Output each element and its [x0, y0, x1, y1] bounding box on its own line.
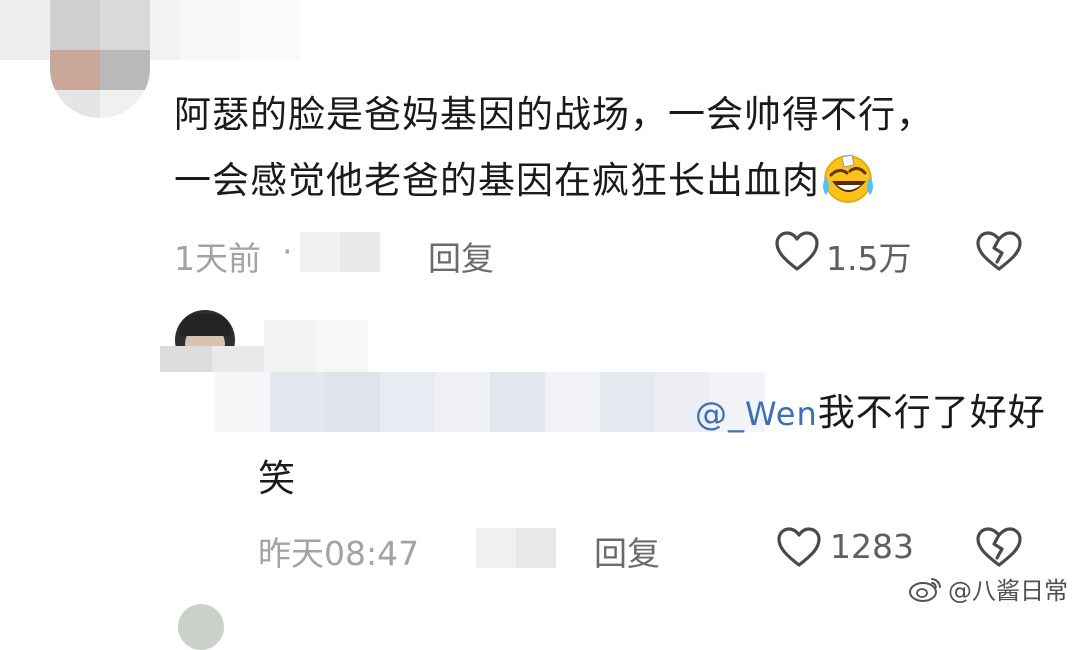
comment-1-dislike-button[interactable] — [974, 230, 1024, 276]
watermark-text: @八酱日常 — [948, 577, 1068, 605]
comment-1-reply-button[interactable]: 回复 — [428, 232, 494, 280]
comment-2-line-1-text: 我不行了好好 — [817, 391, 1046, 434]
comment-2-dislike-button[interactable] — [974, 526, 1024, 572]
broken-heart-icon — [976, 231, 1022, 271]
comment-2-line-1: @_Wen我不行了好好 — [695, 380, 1046, 447]
comment-1-like-button[interactable] — [774, 230, 820, 276]
comment-1-line-2: 一会感觉他老爸的基因在疯狂长出血肉 — [174, 148, 874, 214]
comment-2-time: 昨天08:47 — [258, 534, 420, 573]
censor-mosaic-mention — [215, 372, 765, 432]
weibo-logo-icon — [909, 577, 941, 602]
comment-2-like-count: 1283 — [830, 527, 914, 566]
comment-1-line-2-text: 一会感觉他老爸的基因在疯狂长出血肉 — [174, 159, 820, 202]
comment-2-like-button[interactable] — [776, 526, 822, 572]
comment-1-line-1: 阿瑟的脸是爸妈基因的战场，一会帅得不行， — [174, 93, 934, 136]
comment-2-reply-button[interactable]: 回复 — [594, 527, 660, 575]
broken-heart-icon — [976, 527, 1022, 567]
comment-1-like-count: 1.5万 — [826, 239, 912, 278]
comment-1-time: 1天前 — [174, 239, 261, 278]
watermark: @八酱日常 — [908, 571, 1068, 606]
censor-mosaic-location-2 — [476, 528, 556, 568]
heart-icon — [777, 527, 821, 567]
avatar-1[interactable] — [50, 0, 150, 118]
laughing-crying-face-icon — [822, 153, 874, 205]
censor-mosaic-username-2 — [160, 320, 370, 372]
heart-icon — [775, 231, 819, 271]
censor-mosaic-location-1 — [300, 232, 380, 272]
avatar-3-partial[interactable] — [178, 604, 224, 650]
comment-2-mention-link[interactable]: @_Wen — [695, 395, 818, 433]
comment-1-dot: · — [282, 232, 293, 271]
comment-2-line-2: 笑 — [258, 457, 296, 500]
